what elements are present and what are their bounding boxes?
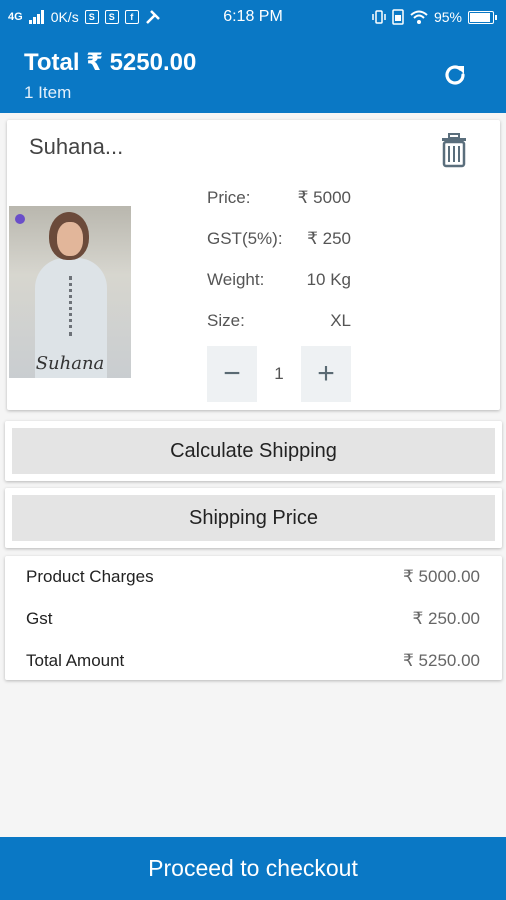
- status-left: 4G 0K/s S S f: [8, 9, 161, 25]
- cart-header: Total ₹ 5250.00 1 Item: [0, 34, 506, 113]
- calculate-shipping-button[interactable]: Calculate Shipping: [12, 428, 495, 474]
- detail-value: ₹ 5000: [297, 188, 351, 207]
- notification-icon: S: [104, 10, 119, 24]
- item-count: 1 Item: [24, 83, 72, 102]
- notification-icon: S: [84, 10, 99, 24]
- summary-label: Total Amount: [26, 651, 125, 670]
- network-type: 4G: [8, 11, 23, 23]
- shipping-price-button[interactable]: Shipping Price: [12, 495, 495, 541]
- detail-row-weight: Weight: 10 Kg: [207, 268, 351, 309]
- sim-icon: [392, 9, 404, 25]
- detail-label: Weight:: [207, 270, 265, 289]
- image-figure-face: [57, 222, 83, 256]
- product-details: Price: ₹ 5000 GST(5%): ₹ 250 Weight: 10 …: [207, 186, 351, 350]
- summary-label: Gst: [26, 609, 53, 628]
- price-summary: Product Charges ₹ 5000.00 Gst ₹ 250.00 T…: [5, 556, 502, 680]
- cart-total: Total ₹ 5250.00: [24, 49, 197, 76]
- detail-row-price: Price: ₹ 5000: [207, 186, 351, 227]
- image-figure-detail: [69, 276, 73, 336]
- proceed-to-checkout-button[interactable]: Proceed to checkout: [0, 837, 506, 900]
- detail-row-size: Size: XL: [207, 309, 351, 350]
- cart-item-card: Suhana... Suhana Price: ₹ 5000 GST(5%): …: [7, 120, 500, 410]
- trash-icon: [442, 133, 466, 168]
- detail-value: XL: [330, 311, 351, 330]
- refresh-icon: [445, 65, 465, 85]
- tools-icon: [145, 10, 160, 24]
- summary-row-product-charges: Product Charges ₹ 5000.00: [26, 566, 480, 608]
- detail-label: Size:: [207, 311, 245, 330]
- refresh-button[interactable]: [440, 60, 470, 90]
- quantity-value: 1: [274, 364, 284, 383]
- battery-percent: 95%: [433, 9, 462, 25]
- calculate-shipping-card: Calculate Shipping: [5, 421, 502, 481]
- status-right: 95%: [372, 9, 497, 25]
- detail-label: Price:: [207, 188, 251, 207]
- summary-row-total: Total Amount ₹ 5250.00: [26, 650, 480, 692]
- summary-value: ₹ 5000.00: [403, 567, 480, 586]
- network-speed: 0K/s: [50, 9, 79, 25]
- detail-value: ₹ 250: [307, 229, 351, 248]
- facebook-icon: f: [124, 10, 139, 24]
- vibrate-icon: [372, 10, 386, 24]
- wifi-icon: [410, 10, 428, 24]
- summary-value: ₹ 5250.00: [403, 651, 480, 670]
- signal-icon: [28, 10, 44, 24]
- quantity-stepper: − 1 +: [207, 346, 351, 402]
- brand-logo: [15, 214, 25, 224]
- status-bar: 4G 0K/s S S f 6:18 PM 95%: [0, 0, 506, 34]
- detail-row-gst: GST(5%): ₹ 250: [207, 227, 351, 268]
- detail-value: 10 Kg: [306, 270, 351, 289]
- delete-item-button[interactable]: [434, 130, 474, 170]
- detail-label: GST(5%):: [207, 229, 283, 248]
- summary-label: Product Charges: [26, 567, 154, 586]
- image-caption: Suhana: [35, 353, 105, 374]
- shipping-price-card: Shipping Price: [5, 488, 502, 548]
- product-name: Suhana...: [29, 134, 124, 159]
- decrement-button[interactable]: −: [207, 346, 257, 402]
- battery-icon: [468, 10, 497, 24]
- product-image[interactable]: Suhana: [9, 206, 131, 378]
- summary-row-gst: Gst ₹ 250.00: [26, 608, 480, 650]
- summary-value: ₹ 250.00: [412, 609, 480, 628]
- increment-button[interactable]: +: [301, 346, 351, 402]
